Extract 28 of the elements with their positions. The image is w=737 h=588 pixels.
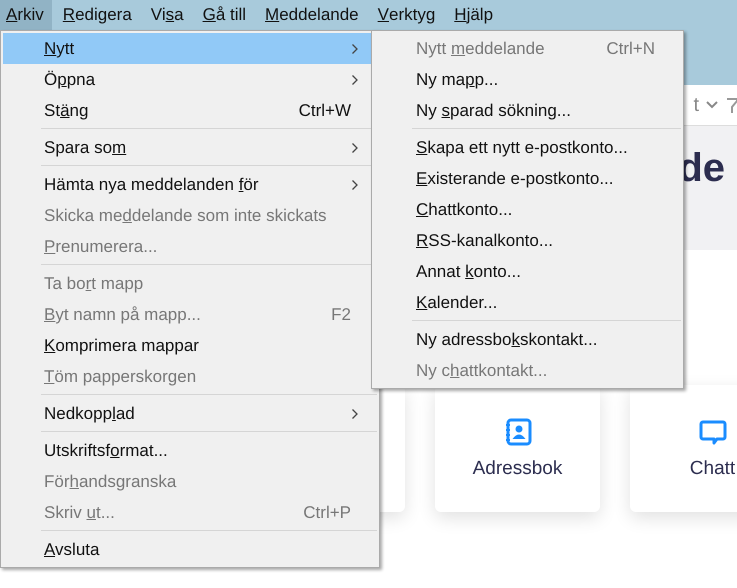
menu-item[interactable]: Existerande e-postkonto... <box>374 163 681 194</box>
dropdown-label[interactable]: t <box>693 94 699 116</box>
chat-bubble-icon <box>698 418 726 446</box>
menu-bar-item[interactable]: Visa <box>142 0 192 30</box>
menu-item[interactable]: Ny sparad sökning... <box>374 95 681 126</box>
menu-bar-item[interactable]: Verktyg <box>370 0 444 30</box>
menu-bar-item[interactable]: Redigera <box>54 0 140 30</box>
menu-item[interactable]: Utskriftsformat... <box>3 435 377 466</box>
address-book-icon <box>504 418 532 446</box>
menu-item[interactable]: Hämta nya meddelanden för <box>3 169 377 200</box>
menu-item[interactable]: Kalender... <box>374 287 681 318</box>
menu-bar-item[interactable]: Arkiv <box>0 0 52 30</box>
card[interactable]: Chatt <box>630 385 737 512</box>
menu-item[interactable]: Chattkonto... <box>374 194 681 225</box>
menu-item[interactable]: Spara som <box>3 132 377 163</box>
menu-item[interactable]: Nedkopplad <box>3 398 377 429</box>
menu-item[interactable]: Ny mapp... <box>374 64 681 95</box>
menu-item[interactable]: Avsluta <box>3 534 377 565</box>
menu-item[interactable]: Annat konto... <box>374 256 681 287</box>
menu-item[interactable]: Skapa ett nytt e-postkonto... <box>374 132 681 163</box>
menu-bar-item[interactable]: Meddelande <box>257 0 367 30</box>
menu-item[interactable]: RSS-kanalkonto... <box>374 225 681 256</box>
card-label: Adressbok <box>472 458 562 480</box>
chevron-down-icon <box>705 100 719 110</box>
menu-bar-item[interactable]: Hjälp <box>446 0 502 30</box>
menu-item[interactable]: Ny adressbokskontakt... <box>374 324 681 355</box>
card-label: Chatt <box>690 458 736 480</box>
menu-bar-item[interactable]: Gå till <box>194 0 254 30</box>
